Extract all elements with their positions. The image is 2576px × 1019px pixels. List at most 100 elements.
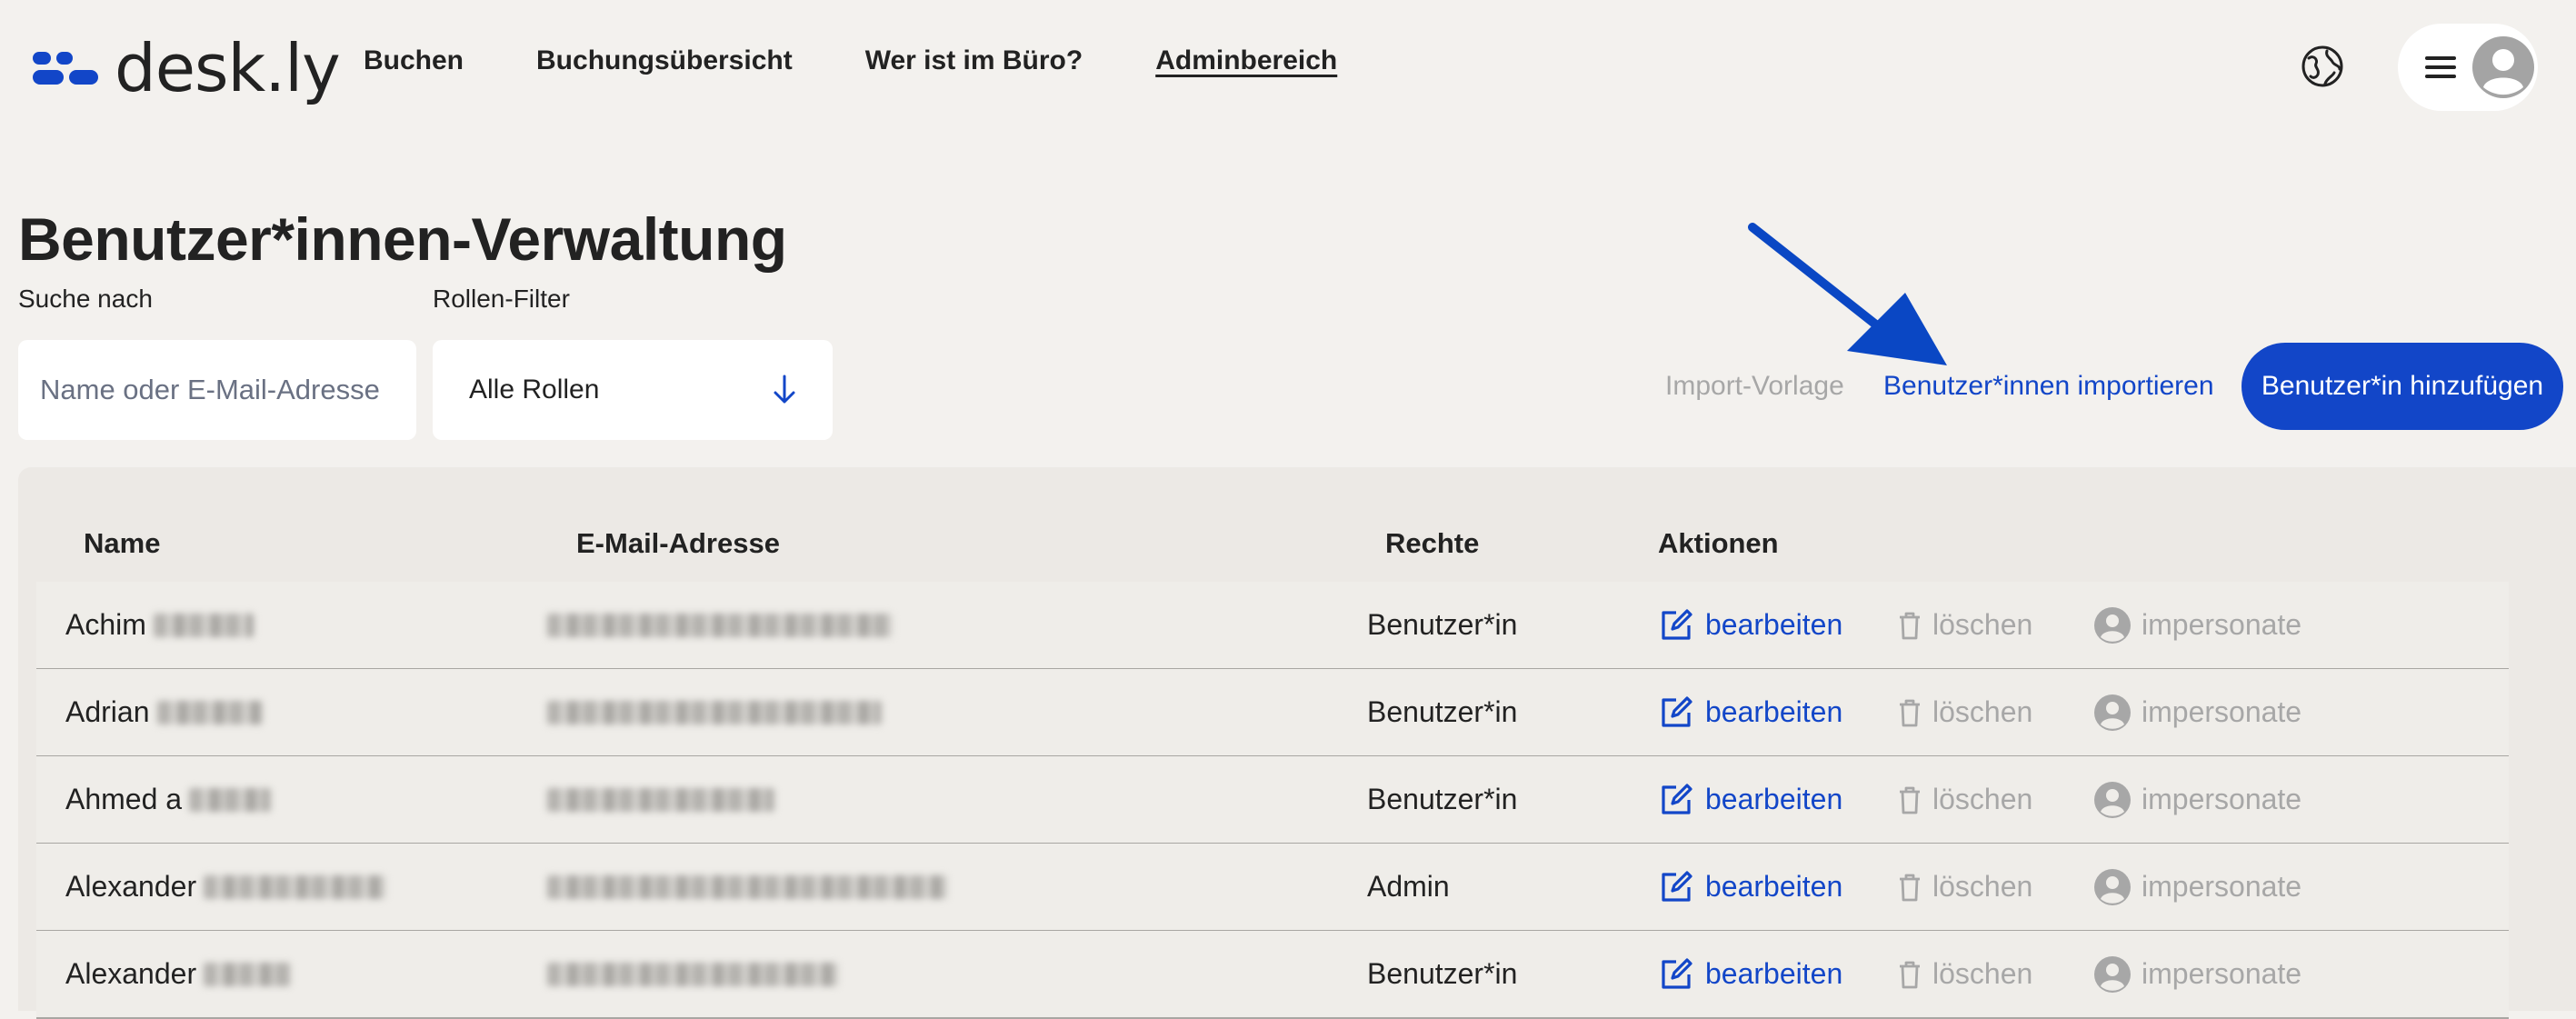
edit-icon (1662, 957, 1692, 989)
delete-button[interactable]: löschen (1898, 931, 2032, 1017)
edit-label: bearbeiten (1705, 870, 1843, 903)
impersonate-button[interactable]: impersonate (2094, 756, 2301, 843)
delete-label: löschen (1932, 695, 2033, 728)
edit-label: bearbeiten (1705, 695, 1843, 728)
impersonate-label: impersonate (2142, 695, 2302, 728)
impersonate-label: impersonate (2142, 783, 2302, 815)
nav-item-buchen[interactable]: Buchen (364, 45, 464, 76)
column-header-name: Name (84, 527, 161, 559)
user-rights-cell: Benutzer*in (1367, 783, 1518, 815)
role-filter-label: Rollen-Filter (433, 285, 570, 313)
column-header-rights: Rechte (1385, 527, 1480, 559)
redacted-last-name (189, 787, 272, 812)
user-menu-button[interactable] (2398, 24, 2538, 111)
user-email-cell (547, 582, 893, 668)
redacted-last-name (204, 874, 386, 899)
delete-button[interactable]: löschen (1898, 844, 2032, 930)
trash-icon (1900, 699, 1920, 726)
impersonate-label: impersonate (2142, 870, 2302, 903)
delete-label: löschen (1932, 957, 2033, 990)
column-header-email: E-Mail-Adresse (576, 527, 780, 559)
user-rights-cell: Benutzer*in (1367, 957, 1518, 990)
delete-button[interactable]: löschen (1898, 756, 2032, 843)
edit-button[interactable]: bearbeiten (1658, 756, 1842, 843)
page-title: Benutzer*innen-Verwaltung (18, 205, 787, 273)
import-template-link[interactable]: Import-Vorlage (1665, 371, 1844, 402)
annotation-arrow-icon (1748, 223, 1947, 365)
edit-label: bearbeiten (1705, 608, 1843, 641)
user-email-cell (547, 931, 838, 1017)
redacted-last-name (153, 613, 254, 637)
search-label: Suche nach (18, 285, 153, 313)
user-circle-icon (2094, 694, 2131, 731)
table-row: Achim Benutzer*in bearbeiten löschen imperso… (36, 582, 2509, 670)
impersonate-label: impersonate (2142, 957, 2302, 990)
table-row: Alexander Benutzer*in bearbeiten löschen imp… (36, 931, 2509, 1019)
edit-button[interactable]: bearbeiten (1658, 844, 1842, 930)
edit-button[interactable]: bearbeiten (1658, 931, 1842, 1017)
edit-button[interactable]: bearbeiten (1658, 582, 1842, 668)
user-rights-cell: Admin (1367, 870, 1450, 903)
user-circle-icon (2094, 606, 2131, 644)
logo-text: desk.ly (115, 30, 341, 106)
user-name-cell: Alexander (65, 931, 292, 1017)
nav-item-buchungsuebersicht[interactable]: Buchungsübersicht (536, 45, 793, 76)
delete-label: löschen (1932, 870, 2033, 903)
trash-icon (1900, 786, 1920, 814)
search-field[interactable] (18, 340, 416, 440)
main-nav: Buchen Buchungsübersicht Wer ist im Büro… (364, 45, 1410, 76)
arrow-down-icon (774, 375, 795, 404)
role-filter-select[interactable]: Alle Rollen (433, 340, 833, 440)
delete-label: löschen (1932, 608, 2033, 641)
user-first-name: Alexander (65, 870, 197, 903)
edit-button[interactable]: bearbeiten (1658, 669, 1842, 755)
impersonate-button[interactable]: impersonate (2094, 669, 2301, 755)
role-filter-value: Alle Rollen (469, 375, 600, 405)
user-circle-icon (2094, 868, 2131, 905)
user-first-name: Ahmed a (65, 783, 183, 815)
search-input[interactable] (38, 373, 396, 407)
user-name-cell: Ahmed a (65, 756, 272, 843)
redacted-email (547, 787, 774, 812)
user-rights-cell: Benutzer*in (1367, 608, 1518, 641)
redacted-last-name (204, 962, 292, 986)
user-email-cell (547, 756, 774, 843)
avatar-icon (2472, 36, 2534, 98)
user-name-cell: Achim (65, 582, 254, 668)
delete-button[interactable]: löschen (1898, 669, 2032, 755)
user-name-cell: Alexander (65, 844, 386, 930)
impersonate-button[interactable]: impersonate (2094, 582, 2301, 668)
impersonate-button[interactable]: impersonate (2094, 844, 2301, 930)
logo[interactable]: desk.ly (33, 27, 341, 109)
redacted-email (547, 874, 947, 899)
redacted-email (547, 613, 893, 637)
add-user-button[interactable]: Benutzer*in hinzufügen (2242, 343, 2563, 430)
nav-item-adminbereich[interactable]: Adminbereich (1155, 45, 1337, 76)
user-first-name: Adrian (65, 695, 150, 728)
column-header-actions: Aktionen (1658, 527, 1779, 559)
globe-icon[interactable] (2300, 44, 2345, 89)
user-first-name: Achim (65, 608, 146, 641)
impersonate-button[interactable]: impersonate (2094, 931, 2301, 1017)
hamburger-icon (2425, 56, 2456, 78)
delete-label: löschen (1932, 783, 2033, 815)
edit-icon (1662, 608, 1692, 640)
user-rights-cell: Benutzer*in (1367, 695, 1518, 728)
table-row: Alexander Admin bearbeiten löschen impersona… (36, 844, 2509, 932)
edit-icon (1662, 783, 1692, 814)
trash-icon (1900, 961, 1920, 988)
logo-mark-icon (33, 48, 100, 88)
import-users-link[interactable]: Benutzer*innen importieren (1883, 371, 2214, 402)
table-row: Ahmed a Benutzer*in bearbeiten löschen imper… (36, 756, 2509, 844)
user-email-cell (547, 669, 882, 755)
user-circle-icon (2094, 955, 2131, 993)
edit-icon (1662, 870, 1692, 902)
nav-item-wer-ist-im-buero[interactable]: Wer ist im Büro? (865, 45, 1083, 76)
delete-button[interactable]: löschen (1898, 582, 2032, 668)
user-circle-icon (2094, 781, 2131, 818)
user-email-cell (547, 844, 947, 930)
user-name-cell: Adrian (65, 669, 263, 755)
impersonate-label: impersonate (2142, 608, 2302, 641)
edit-label: bearbeiten (1705, 783, 1843, 815)
redacted-last-name (156, 700, 263, 724)
